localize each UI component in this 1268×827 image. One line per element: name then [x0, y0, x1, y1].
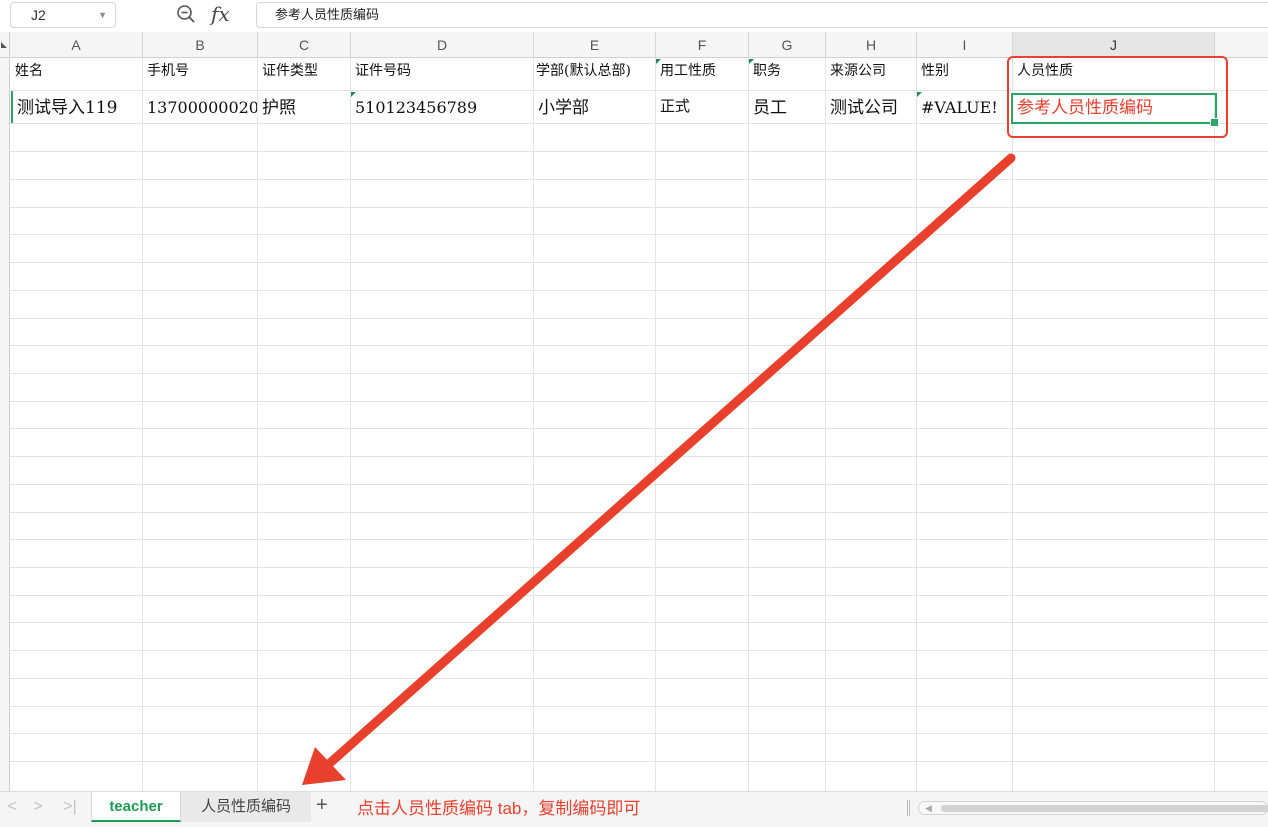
formula-bar: J2 ▼ fx 参考人员性质编码	[0, 0, 1268, 32]
cell-g1[interactable]: 职务	[749, 58, 825, 90]
gridline	[10, 179, 1268, 180]
horizontal-scrollbar[interactable]: ◀	[918, 801, 1268, 815]
cell-d1[interactable]: 证件号码	[351, 58, 533, 90]
cell-i2[interactable]: #VALUE!	[917, 91, 1012, 123]
gridline	[1214, 58, 1215, 791]
select-all-corner[interactable]	[0, 32, 10, 58]
column-header-c[interactable]: C	[258, 32, 351, 58]
gridline	[10, 484, 1268, 485]
gridline	[10, 262, 1268, 263]
gridline	[10, 428, 1268, 429]
cell-i1[interactable]: 性别	[917, 58, 1012, 90]
gridline	[10, 595, 1268, 596]
formula-input[interactable]: 参考人员性质编码	[256, 2, 1268, 28]
cell-a2[interactable]: 测试导入119	[11, 91, 142, 123]
cell-c1[interactable]: 证件类型	[258, 58, 350, 90]
cell-d2[interactable]: 510123456789	[351, 91, 533, 123]
gridline	[10, 567, 1268, 568]
cell-c2[interactable]: 护照	[258, 91, 350, 123]
cell-e2[interactable]: 小学部	[534, 91, 656, 123]
chevron-right-icon[interactable]: >	[28, 798, 48, 816]
fx-icon[interactable]: fx	[211, 2, 230, 26]
cell-e1[interactable]: 学部(默认总部)	[534, 58, 656, 90]
gridline	[10, 539, 1268, 540]
annotation-note: 点击人员性质编码 tab，复制编码即可	[357, 799, 641, 818]
column-header-k[interactable]	[1215, 32, 1268, 58]
gridline	[10, 151, 1268, 152]
column-header-a[interactable]: A	[10, 32, 143, 58]
gridline	[655, 58, 656, 791]
gridline	[10, 373, 1268, 374]
gridline	[748, 58, 749, 791]
cell-indicator-icon	[351, 92, 356, 97]
gridline	[10, 401, 1268, 402]
cell-b2[interactable]: 13700000020	[143, 91, 257, 123]
gridline	[10, 234, 1268, 235]
cell-a1[interactable]: 姓名	[11, 58, 142, 90]
tab-personnel-code[interactable]: 人员性质编码	[181, 792, 311, 822]
gridline	[10, 650, 1268, 651]
cell-h1[interactable]: 来源公司	[826, 58, 916, 90]
gridline	[10, 345, 1268, 346]
column-header-h[interactable]: H	[826, 32, 917, 58]
annotation-highlight-box	[1007, 56, 1228, 138]
cell-indicator-icon	[917, 92, 922, 97]
cell-h2[interactable]: 测试公司	[826, 91, 916, 123]
gridline	[10, 207, 1268, 208]
gridline	[10, 761, 1268, 762]
gridline	[350, 58, 351, 791]
gridline	[10, 622, 1268, 623]
gridline	[10, 290, 1268, 291]
cell-f1[interactable]: 用工性质	[656, 58, 748, 90]
cell-f2[interactable]: 正式	[656, 91, 748, 123]
name-box[interactable]: J2 ▼	[10, 2, 116, 28]
gridline	[10, 733, 1268, 734]
scroll-left-icon[interactable]: ◀	[925, 802, 932, 814]
column-header-j[interactable]: J	[1013, 32, 1215, 58]
plus-icon[interactable]: +	[316, 794, 328, 817]
gridline	[10, 318, 1268, 319]
sheet-tab-bar: < > >| teacher 人员性质编码 + 点击人员性质编码 tab，复制编…	[0, 791, 1268, 827]
gridline	[257, 58, 258, 791]
column-header-e[interactable]: E	[534, 32, 656, 58]
scrollbar-thumb[interactable]	[941, 805, 1268, 812]
tab-teacher[interactable]: teacher	[91, 792, 181, 822]
column-header-b[interactable]: B	[143, 32, 258, 58]
cell-g2[interactable]: 员工	[749, 91, 825, 123]
column-header-i[interactable]: I	[917, 32, 1013, 58]
column-header-f[interactable]: F	[656, 32, 749, 58]
cell-indicator-icon	[749, 59, 754, 64]
spreadsheet-grid[interactable]: A B C D E F G H I J 姓名 手机号 证件类型 证件号码 学部(…	[0, 32, 1268, 791]
name-box-value: J2	[31, 7, 46, 23]
gridline	[916, 58, 917, 791]
dropdown-caret-icon[interactable]: ▼	[98, 3, 107, 27]
gridline	[10, 512, 1268, 513]
gridline	[825, 58, 826, 791]
gridline	[10, 456, 1268, 457]
gridline	[142, 58, 143, 791]
gridline	[10, 706, 1268, 707]
scroll-splitter[interactable]	[907, 800, 910, 816]
row-header-strip[interactable]	[0, 58, 10, 791]
chevron-left-icon[interactable]: <	[2, 798, 22, 816]
zoom-icon[interactable]	[176, 4, 196, 24]
gridline	[1012, 58, 1013, 791]
gridline	[533, 58, 534, 791]
column-header-d[interactable]: D	[351, 32, 534, 58]
column-header-g[interactable]: G	[749, 32, 826, 58]
cell-indicator-icon	[656, 59, 661, 64]
last-sheet-icon[interactable]: >|	[60, 798, 80, 816]
cell-b1[interactable]: 手机号	[143, 58, 257, 90]
gridline	[10, 678, 1268, 679]
